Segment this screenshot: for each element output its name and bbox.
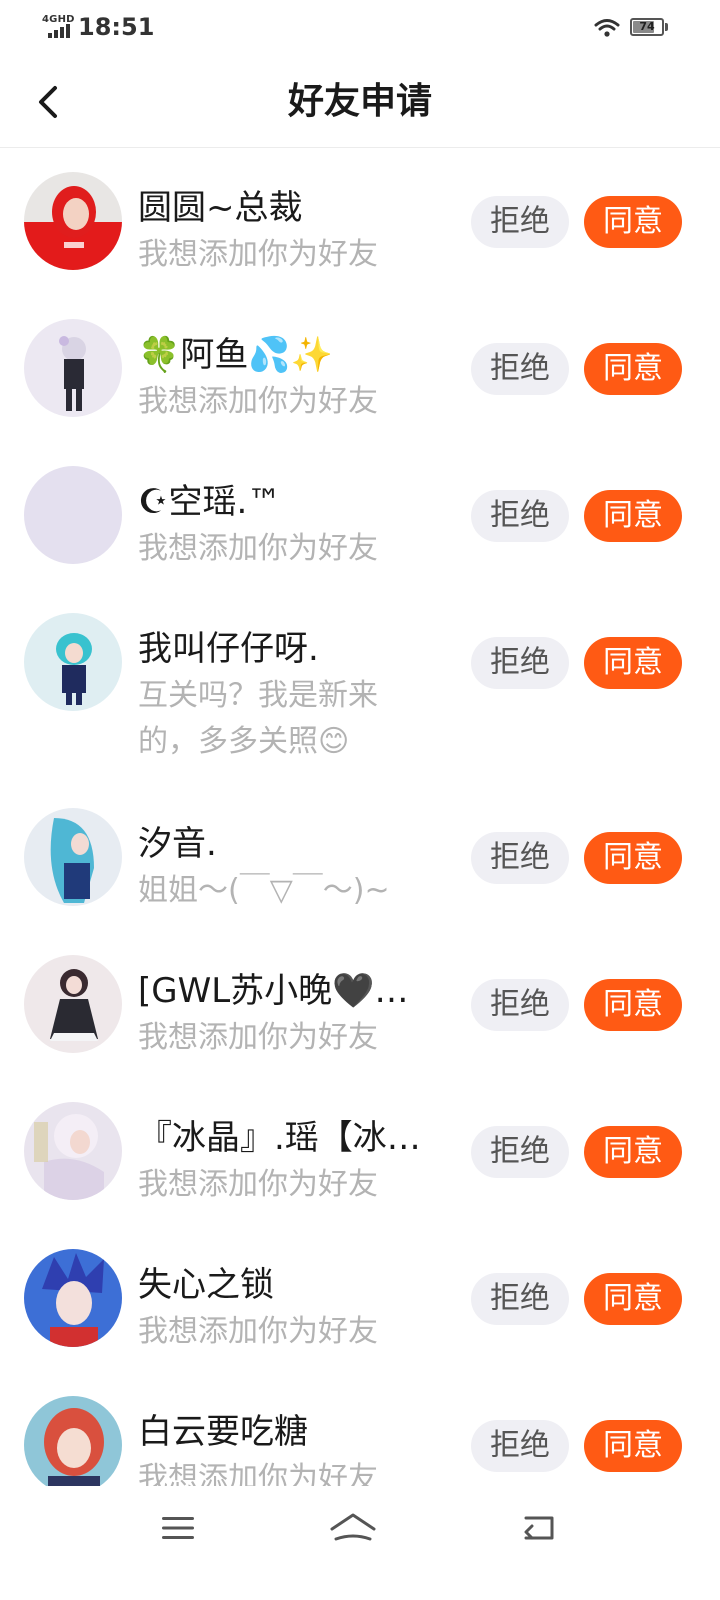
request-message: 我想添加你为好友 bbox=[138, 1020, 378, 1055]
requester-name: 白云要吃糖 bbox=[138, 1412, 308, 1452]
request-row: 汐音. 姐姐～(￣▽￣～)~ 拒绝 同意 bbox=[0, 786, 720, 933]
wifi-icon bbox=[594, 19, 620, 37]
reject-button[interactable]: 拒绝 bbox=[471, 343, 569, 395]
header-bar: 好友申请 bbox=[0, 56, 720, 148]
white-hair-character-avatar-icon bbox=[24, 1102, 122, 1200]
nav-back-button[interactable] bbox=[508, 1506, 568, 1550]
requester-name: 『冰晶』.瑶【冰… bbox=[138, 1118, 421, 1158]
request-message: 互关吗？我是新来的，多多关照😊 bbox=[138, 678, 378, 759]
reject-button[interactable]: 拒绝 bbox=[471, 1273, 569, 1325]
request-row: 圆圆~总裁 我想添加你为好友 拒绝 同意 bbox=[0, 150, 720, 297]
request-row: 白云要吃糖 我想添加你为好友 拒绝 同意 bbox=[0, 1374, 720, 1486]
accept-button[interactable]: 同意 bbox=[584, 343, 682, 395]
reject-button[interactable]: 拒绝 bbox=[471, 490, 569, 542]
accept-button[interactable]: 同意 bbox=[584, 490, 682, 542]
request-message: 我想添加你为好友 bbox=[138, 1167, 378, 1202]
avatar[interactable] bbox=[24, 172, 122, 270]
avatar[interactable] bbox=[24, 319, 122, 417]
request-row: 我叫仔仔呀. 互关吗？我是新来的，多多关照😊 拒绝 同意 bbox=[0, 591, 720, 786]
accept-button[interactable]: 同意 bbox=[584, 1126, 682, 1178]
request-row: 🍀阿鱼💦✨ 我想添加你为好友 拒绝 同意 bbox=[0, 297, 720, 444]
request-message: 我想添加你为好友 bbox=[138, 1314, 378, 1349]
request-row: 失心之锁 我想添加你为好友 拒绝 同意 bbox=[0, 1227, 720, 1374]
request-message: 我想添加你为好友 bbox=[138, 531, 378, 566]
menu-icon bbox=[162, 1517, 194, 1539]
accept-button[interactable]: 同意 bbox=[584, 196, 682, 248]
back-icon bbox=[524, 1516, 554, 1540]
signal-icon bbox=[48, 24, 70, 38]
accept-button[interactable]: 同意 bbox=[584, 832, 682, 884]
avatar[interactable] bbox=[24, 808, 122, 906]
request-message: 姐姐～(￣▽￣～)~ bbox=[138, 873, 390, 908]
reject-button[interactable]: 拒绝 bbox=[471, 1126, 569, 1178]
reject-button[interactable]: 拒绝 bbox=[471, 832, 569, 884]
request-row: ☪空瑶.™ 我想添加你为好友 拒绝 同意 bbox=[0, 444, 720, 591]
avatar[interactable] bbox=[24, 613, 122, 711]
blank-lavender-avatar-icon bbox=[24, 466, 122, 564]
requester-name: 🍀阿鱼💦✨ bbox=[138, 335, 334, 375]
reject-button[interactable]: 拒绝 bbox=[471, 637, 569, 689]
reject-button[interactable]: 拒绝 bbox=[471, 1420, 569, 1472]
requester-name: 汐音. bbox=[138, 824, 217, 864]
avatar[interactable] bbox=[24, 466, 122, 564]
battery-icon: 74 bbox=[630, 18, 670, 38]
battery-level-text: 74 bbox=[639, 20, 655, 33]
system-nav-bar bbox=[0, 1486, 720, 1600]
home-icon bbox=[330, 1513, 376, 1541]
avatar[interactable] bbox=[24, 1102, 122, 1200]
reject-button[interactable]: 拒绝 bbox=[471, 979, 569, 1031]
blue-hair-character-avatar-icon bbox=[24, 808, 122, 906]
accept-button[interactable]: 同意 bbox=[584, 1420, 682, 1472]
reject-button[interactable]: 拒绝 bbox=[471, 196, 569, 248]
requester-name: 圆圆~总裁 bbox=[138, 188, 303, 228]
request-row: 『冰晶』.瑶【冰… 我想添加你为好友 拒绝 同意 bbox=[0, 1080, 720, 1227]
avatar[interactable] bbox=[24, 955, 122, 1053]
nav-menu-button[interactable] bbox=[148, 1506, 208, 1550]
status-bar: 4GHD 18:51 74 bbox=[0, 0, 720, 56]
blue-spiky-hair-avatar-icon bbox=[24, 1249, 122, 1347]
page-title: 好友申请 bbox=[287, 81, 432, 122]
accept-button[interactable]: 同意 bbox=[584, 637, 682, 689]
red-outfit-avatar-icon bbox=[24, 172, 122, 270]
pastel-character-avatar-icon bbox=[24, 319, 122, 417]
friend-request-list[interactable]: 圆圆~总裁 我想添加你为好友 拒绝 同意 🍀阿鱼💦✨ 我想添加你为好友 拒绝 同… bbox=[0, 150, 720, 1486]
status-time: 18:51 bbox=[78, 13, 155, 41]
request-message: 我想添加你为好友 bbox=[138, 384, 378, 419]
request-message: 我想添加你为好友 bbox=[138, 1461, 378, 1486]
requester-name: 失心之锁 bbox=[138, 1265, 274, 1305]
requester-name: ☪空瑶.™ bbox=[138, 482, 282, 522]
teal-hair-character-avatar-icon bbox=[24, 613, 122, 711]
requester-name: 我叫仔仔呀. bbox=[138, 629, 319, 669]
accept-button[interactable]: 同意 bbox=[584, 979, 682, 1031]
red-hair-character-avatar-icon bbox=[24, 1396, 122, 1486]
avatar[interactable] bbox=[24, 1249, 122, 1347]
accept-button[interactable]: 同意 bbox=[584, 1273, 682, 1325]
gothic-dress-character-avatar-icon bbox=[24, 955, 122, 1053]
request-message: 我想添加你为好友 bbox=[138, 237, 378, 272]
requester-name: [GWL苏小晚🖤… bbox=[138, 971, 409, 1011]
nav-home-button[interactable] bbox=[323, 1506, 383, 1550]
avatar[interactable] bbox=[24, 1396, 122, 1486]
request-row: [GWL苏小晚🖤… 我想添加你为好友 拒绝 同意 bbox=[0, 933, 720, 1080]
